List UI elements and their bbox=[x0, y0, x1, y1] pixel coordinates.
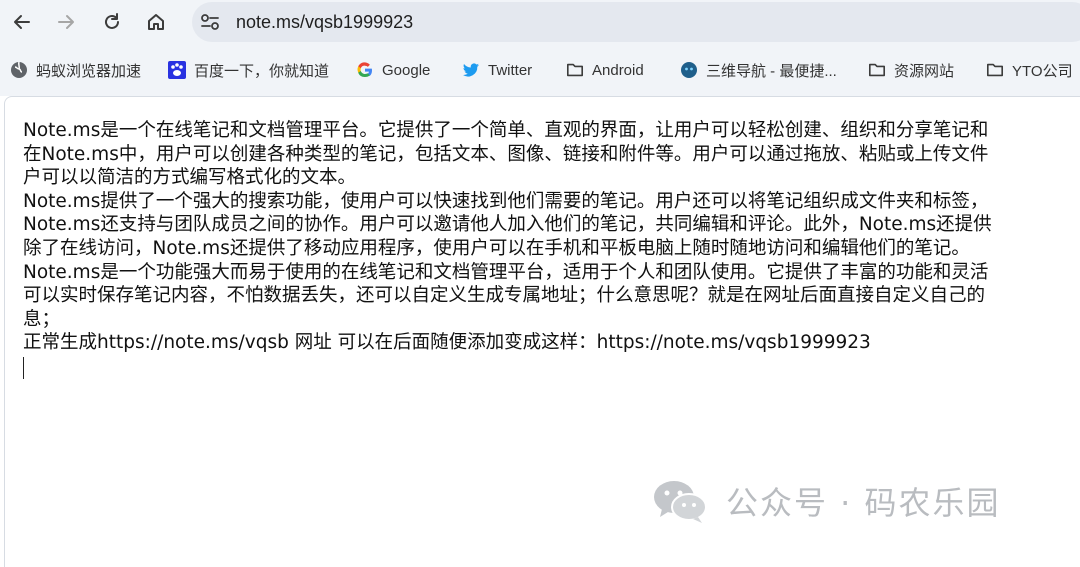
text-caret bbox=[23, 356, 24, 379]
bookmarks-bar: 蚂蚁浏览器加速 百度一下，你就知道 Google Twitter Android… bbox=[0, 52, 1080, 88]
bookmark-folder[interactable]: YTO公司 bbox=[986, 56, 1073, 84]
arrow-left-icon bbox=[14, 15, 30, 29]
watermark: 公众号 · 码农乐园 bbox=[652, 472, 1001, 530]
baidu-paw-icon bbox=[168, 61, 186, 79]
bookmark-label: Twitter bbox=[488, 61, 533, 79]
note-line: 除了在线访问，Note.ms还提供了移动应用程序，使用户可以在手机和平板电脑上随… bbox=[23, 237, 970, 259]
note-line: Note.ms提供了一个强大的搜索功能，使用户可以快速找到他们需要的笔记。用户还… bbox=[23, 190, 989, 212]
bookmark-folder[interactable]: 资源网站 bbox=[868, 56, 954, 84]
bookmark-label: YTO公司 bbox=[1012, 62, 1073, 80]
bookmark-label: 蚂蚁浏览器加速 bbox=[36, 62, 142, 80]
globe-icon bbox=[10, 61, 28, 79]
home-button[interactable] bbox=[140, 6, 172, 38]
note-line: Note.ms是一个功能强大而易于使用的在线笔记和文档管理平台，适用于个人和团队… bbox=[23, 261, 989, 283]
note-line: 可以实时保存笔记内容，不怕数据丢失，还可以自定义生成专属地址；什么意思呢？就是在… bbox=[23, 285, 986, 307]
bookmark-item[interactable]: Google bbox=[356, 56, 430, 84]
bookmark-folder[interactable]: Android bbox=[566, 56, 644, 84]
watermark-text: 公众号 · 码农乐园 bbox=[726, 484, 1001, 522]
twitter-bird-icon bbox=[462, 61, 480, 79]
folder-icon bbox=[986, 61, 1004, 79]
folder-icon bbox=[868, 61, 886, 79]
note-editor[interactable]: Note.ms是一个在线笔记和文档管理平台。它提供了一个简单、直观的界面，让用户… bbox=[23, 119, 1080, 379]
bookmark-item[interactable]: 三维导航 - 最便捷... bbox=[680, 56, 837, 84]
home-icon bbox=[148, 14, 164, 30]
site-info-icon[interactable] bbox=[200, 13, 220, 31]
folder-icon bbox=[566, 61, 584, 79]
forward-button[interactable] bbox=[50, 6, 82, 38]
bookmark-item[interactable]: 百度一下，你就知道 bbox=[168, 56, 329, 84]
note-line: 户可以以简洁的方式编写格式化的文本。 bbox=[23, 167, 357, 189]
bookmark-label: 百度一下，你就知道 bbox=[194, 62, 330, 80]
wechat-icon bbox=[654, 481, 707, 523]
bookmark-label: Google bbox=[382, 61, 431, 79]
bookmark-label: 三维导航 - 最便捷... bbox=[706, 62, 837, 80]
bookmark-item[interactable]: Twitter bbox=[462, 56, 532, 84]
note-line: 正常生成https://note.ms/vqsb 网址 可以在后面随便添加变成这… bbox=[23, 332, 871, 354]
url-text[interactable]: note.ms/vqsb1999923 bbox=[236, 12, 413, 33]
site-icon bbox=[680, 61, 698, 79]
google-g-icon bbox=[356, 61, 374, 79]
browser-chrome: note.ms/vqsb1999923 蚂蚁浏览器加速 百度一下，你就知道 Go… bbox=[0, 0, 1080, 96]
bookmark-label: 资源网站 bbox=[894, 62, 955, 80]
address-bar[interactable]: note.ms/vqsb1999923 bbox=[192, 2, 1080, 42]
bookmark-item[interactable]: 蚂蚁浏览器加速 bbox=[10, 56, 141, 84]
note-line: 在Note.ms中，用户可以创建各种类型的笔记，包括文本、图像、链接和附件等。用… bbox=[23, 143, 989, 165]
arrow-right-icon bbox=[58, 15, 74, 29]
reload-icon bbox=[105, 13, 119, 29]
note-line: Note.ms还支持与团队成员之间的协作。用户可以邀请他人加入他们的笔记，共同编… bbox=[23, 214, 992, 236]
note-line: 息； bbox=[23, 308, 61, 330]
reload-button[interactable] bbox=[96, 6, 128, 38]
bookmark-label: Android bbox=[592, 61, 644, 79]
back-button[interactable] bbox=[6, 6, 38, 38]
note-line: Note.ms是一个在线笔记和文档管理平台。它提供了一个简单、直观的界面，让用户… bbox=[23, 120, 989, 141]
